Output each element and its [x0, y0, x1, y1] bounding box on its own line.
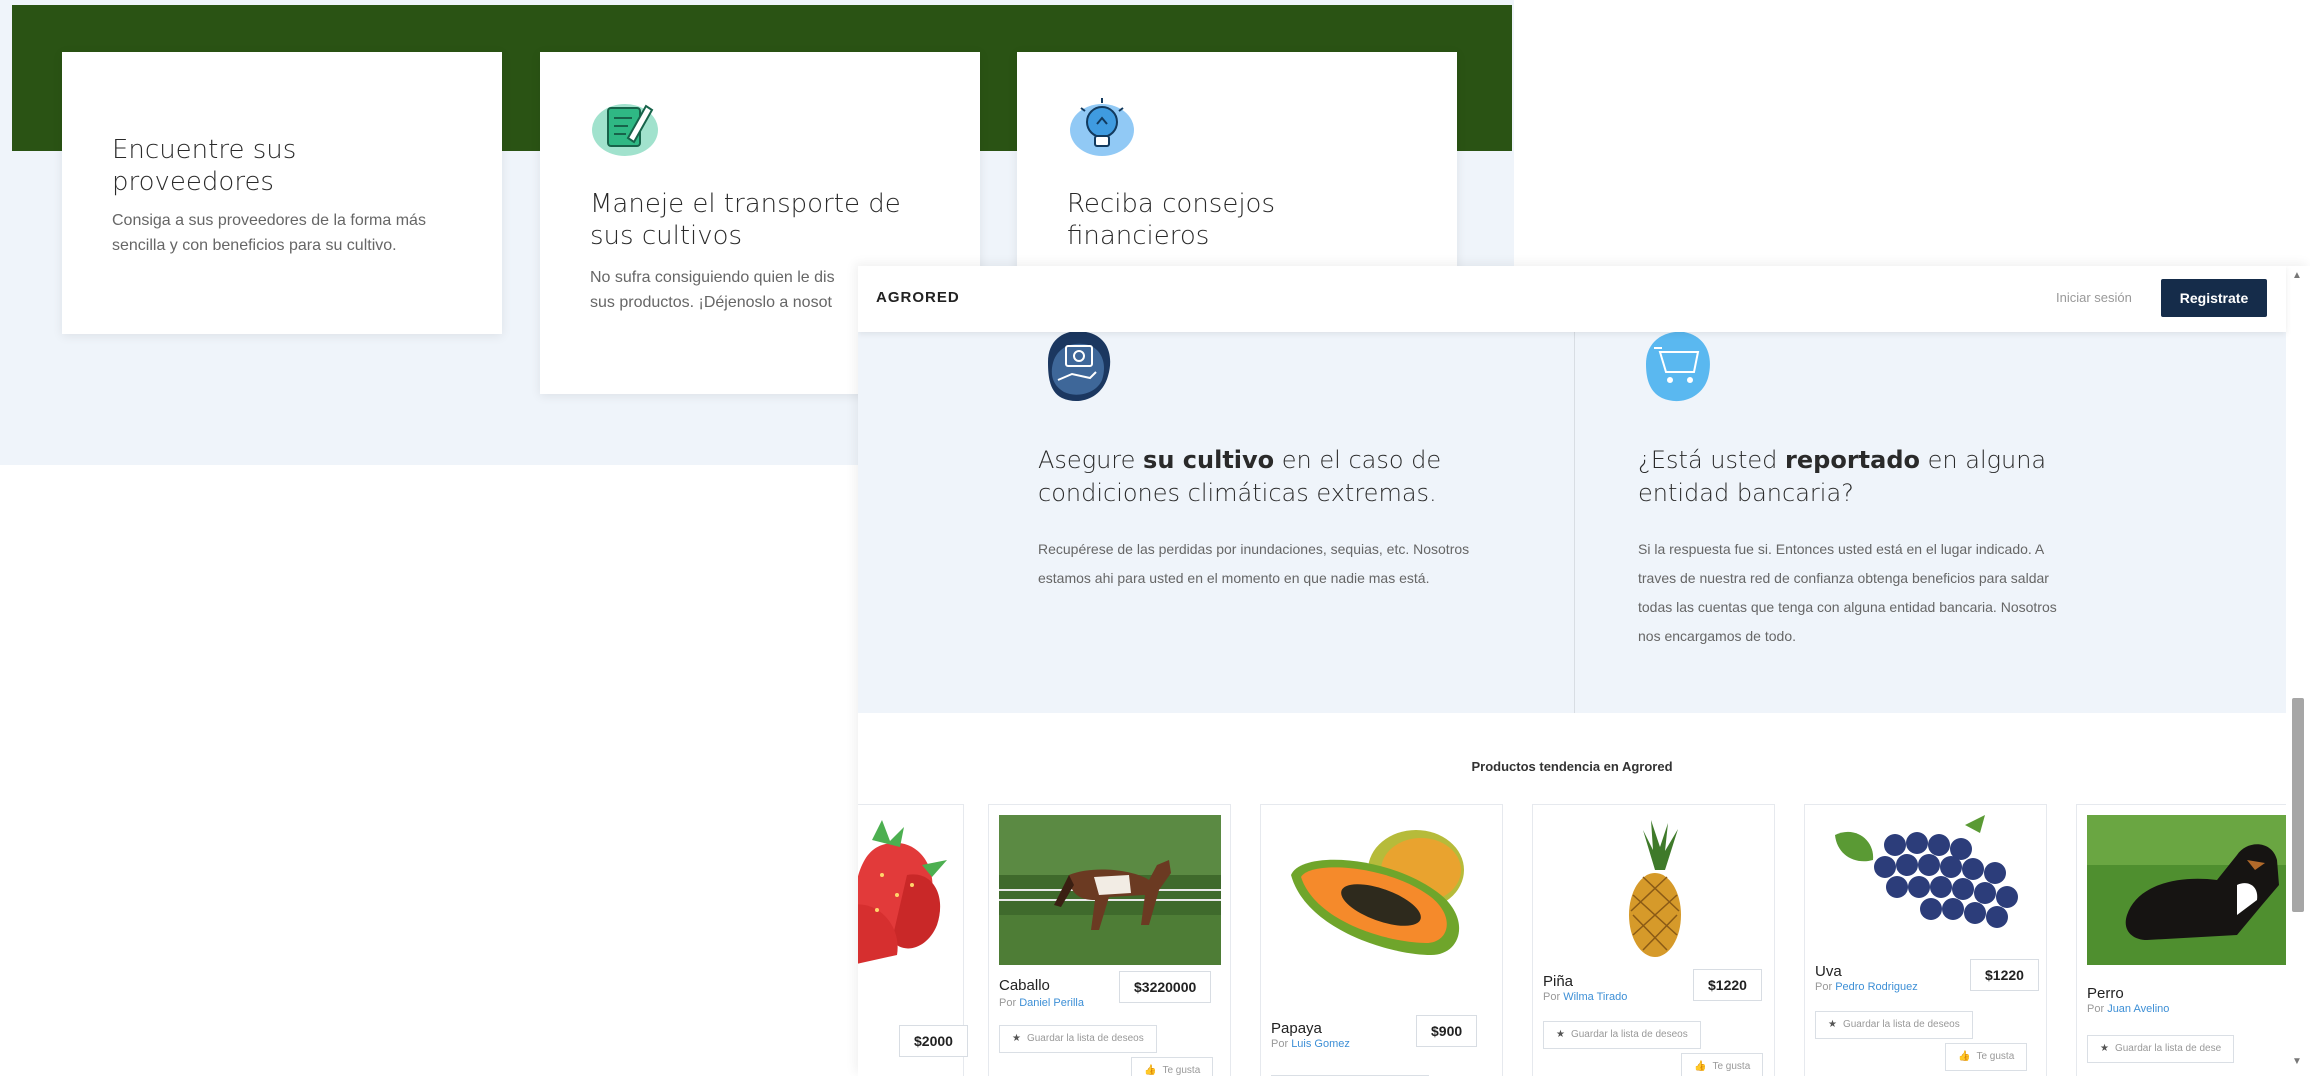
- product-price: $2000: [899, 1025, 968, 1057]
- product-name: Perro: [2087, 985, 2124, 1002]
- star-icon: ★: [1556, 1029, 1565, 1040]
- product-image: [999, 815, 1221, 965]
- feature-text: Consiga a sus proveedores de la forma má…: [112, 212, 426, 254]
- money-hand-icon: [1048, 331, 1111, 402]
- thumbs-up-icon: 👍: [1694, 1061, 1707, 1072]
- service-title: ¿Está usted reportado en alguna entidad …: [1638, 444, 2098, 510]
- seller-link[interactable]: Luis Gomez: [1291, 1038, 1350, 1050]
- service-text: Recupérese de las perdidas por inundacio…: [1038, 541, 1470, 586]
- wishlist-label: Guardar la lista de dese: [2114, 1043, 2222, 1054]
- seller-link[interactable]: Pedro Rodriguez: [1835, 981, 1918, 993]
- product-card-strawberry[interactable]: $2000: [858, 804, 968, 1076]
- wishlist-button[interactable]: ★ Guardar la lista de deseos: [1815, 1011, 1973, 1039]
- thumbs-up-icon: 👍: [1144, 1065, 1157, 1076]
- product-seller: Por Juan Avelino: [2087, 1003, 2169, 1015]
- wishlist-button[interactable]: ★ Guardar la lista de dese: [2087, 1035, 2235, 1063]
- lightbulb-icon: [1070, 98, 1134, 156]
- product-image: [1629, 820, 1681, 957]
- wishlist-button[interactable]: ★ Guardar la lista de deseos: [999, 1025, 1157, 1053]
- service-title-part: ¿Está usted: [1638, 446, 1786, 474]
- product-card-perro[interactable]: Perro Por Juan Avelino ★ Guardar la lista…: [2076, 804, 2310, 1076]
- seller-prefix: Por: [2087, 1003, 2105, 1015]
- wishlist-label: Guardar la lista de deseos: [1842, 1019, 1960, 1030]
- like-button[interactable]: 👍 Te gusta: [1131, 1057, 1214, 1076]
- seller-prefix: Por: [999, 997, 1017, 1009]
- star-icon: ★: [1012, 1033, 1021, 1044]
- product-seller: Por Wilma Tirado: [1543, 991, 1627, 1003]
- product-name: Uva: [1815, 963, 1842, 980]
- top-navbar: AGRORED Iniciar sesión Registrate: [858, 266, 2286, 332]
- product-card-pina[interactable]: Piña Por Wilma Tirado $1220 ★ Guardar la …: [1532, 804, 1775, 1076]
- feature-text-line: sus productos. ¡Déjenoslo a nosot: [590, 294, 832, 311]
- product-seller: Por Daniel Perilla: [999, 997, 1084, 1009]
- product-image: [2087, 815, 2309, 965]
- like-label: Te gusta: [1712, 1061, 1751, 1072]
- wishlist-label: Guardar la lista de deseos: [1026, 1033, 1144, 1044]
- product-image: [1291, 830, 1464, 955]
- product-price: $1220: [1970, 959, 2039, 991]
- scroll-up-arrow-icon[interactable]: ▲: [2292, 270, 2302, 281]
- star-icon: ★: [1828, 1019, 1837, 1030]
- register-button[interactable]: Registrate: [2161, 279, 2267, 317]
- feature-card-providers: Encuentre sus proveedores Consiga a sus …: [62, 52, 502, 334]
- like-button[interactable]: 👍 Te gusta: [1945, 1043, 2028, 1071]
- product-seller: Por Luis Gomez: [1271, 1038, 1350, 1050]
- scroll-thumb[interactable]: [2292, 698, 2304, 912]
- wishlist-label: Guardar la lista de deseos: [1570, 1029, 1688, 1040]
- login-link[interactable]: Iniciar sesión: [2056, 290, 2132, 305]
- feature-title: Encuentre sus proveedores: [112, 135, 297, 197]
- product-image: [858, 820, 947, 964]
- like-label: Te gusta: [1976, 1051, 2015, 1062]
- seller-prefix: Por: [1543, 991, 1561, 1003]
- product-card-papaya[interactable]: Papaya Por Luis Gomez $900 ★Guardar la l…: [1260, 804, 1503, 1076]
- product-card-uva[interactable]: Uva Por Pedro Rodriguez $1220 ★ Guardar l…: [1804, 804, 2047, 1076]
- service-title-bold: su cultivo: [1143, 446, 1275, 474]
- feature-title: Reciba consejos financieros: [1067, 189, 1276, 251]
- wishlist-button[interactable]: ★ Guardar la lista de deseos: [1543, 1021, 1701, 1049]
- product-card-caballo[interactable]: Caballo Por Daniel Perilla $3220000 ★ Gua…: [988, 804, 1231, 1076]
- scroll-down-arrow-icon[interactable]: ▼: [2292, 1056, 2302, 1067]
- like-button[interactable]: 👍 Te gusta: [1681, 1053, 1764, 1076]
- notepad-pencil-icon: [592, 104, 658, 156]
- service-title-part: Asegure: [1038, 446, 1144, 474]
- product-image: [1835, 815, 2018, 928]
- main-page-window: AGRORED Iniciar sesión Registrate Asegur…: [858, 266, 2310, 1076]
- products-section-title: Productos tendencia en Agrored: [1471, 759, 1673, 774]
- seller-prefix: Por: [1271, 1038, 1289, 1050]
- feature-card-finance: Reciba consejos financieros: [1017, 52, 1457, 282]
- feature-text-line: No sufra consiguiendo quien le dis: [590, 269, 835, 286]
- product-price: $3220000: [1119, 971, 1212, 1003]
- feature-title: Maneje el transporte de sus cultivos: [590, 189, 901, 251]
- product-name: Caballo: [999, 977, 1050, 994]
- like-label: Te gusta: [1162, 1065, 1201, 1076]
- seller-link[interactable]: Juan Avelino: [2107, 1003, 2169, 1015]
- seller-prefix: Por: [1815, 981, 1833, 993]
- product-name: Papaya: [1271, 1020, 1322, 1037]
- vertical-scrollbar[interactable]: ▲ ▼: [2286, 266, 2310, 1076]
- service-title-bold: reportado: [1785, 446, 1920, 474]
- service-title: Asegure su cultivo en el caso de condici…: [1038, 444, 1498, 510]
- product-name: Piña: [1543, 973, 1574, 990]
- shopping-cart-icon: [1646, 331, 1710, 402]
- thumbs-up-icon: 👍: [1958, 1051, 1971, 1062]
- trending-products-section: Productos tendencia en Agrored $2000 Cab…: [858, 713, 2310, 1076]
- seller-link[interactable]: Daniel Perilla: [1019, 997, 1084, 1009]
- product-price: $900: [1416, 1015, 1478, 1047]
- product-price: $1220: [1693, 969, 1762, 1001]
- star-icon: ★: [2100, 1043, 2109, 1054]
- brand-logo[interactable]: AGRORED: [876, 289, 960, 306]
- service-text: Si la respuesta fue si. Entonces usted e…: [1638, 541, 2057, 644]
- seller-link[interactable]: Wilma Tirado: [1563, 991, 1627, 1003]
- product-seller: Por Pedro Rodriguez: [1815, 981, 1918, 993]
